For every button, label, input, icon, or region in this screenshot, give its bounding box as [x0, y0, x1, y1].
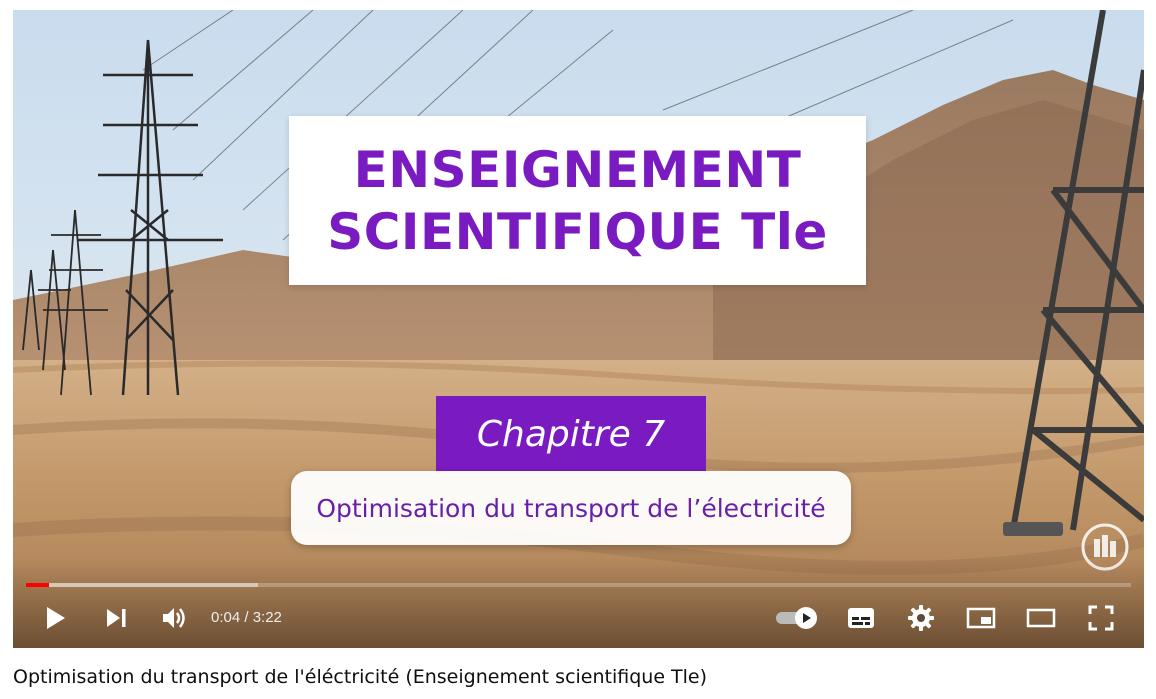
- video-player[interactable]: ENSEIGNEMENT SCIENTIFIQUE Tle Chapitre 7…: [13, 10, 1144, 648]
- volume-button[interactable]: [157, 600, 191, 636]
- progress-buffered: [26, 583, 259, 587]
- autoplay-toggle[interactable]: [773, 600, 821, 636]
- autoplay-toggle-icon: [776, 607, 817, 629]
- video-title: Optimisation du transport de l'éléctrici…: [13, 666, 708, 688]
- chapter-badge: Chapitre 7: [436, 396, 706, 472]
- fullscreen-button[interactable]: [1083, 600, 1119, 636]
- play-button[interactable]: [39, 600, 73, 636]
- volume-icon: [163, 608, 185, 628]
- video-frame-landscape: [13, 10, 1144, 648]
- time-display: 0:04 / 3:22: [211, 609, 282, 626]
- settings-button[interactable]: [903, 600, 939, 636]
- miniplayer-button[interactable]: [963, 600, 999, 636]
- settings-gear-icon: [908, 605, 934, 631]
- theater-mode-button[interactable]: [1023, 600, 1059, 636]
- title-line-2: SCIENTIFIQUE Tle: [327, 202, 828, 261]
- next-icon: [107, 609, 126, 627]
- fullscreen-icon: [1088, 605, 1114, 631]
- theater-mode-icon: [1026, 608, 1056, 628]
- play-icon: [47, 607, 65, 629]
- subtitles-button[interactable]: [843, 600, 879, 636]
- progress-played: [26, 583, 49, 587]
- chapter-subtitle: Optimisation du transport de l’électrici…: [291, 471, 851, 545]
- title-line-1: ENSEIGNEMENT: [353, 140, 802, 199]
- progress-bar[interactable]: [26, 583, 1131, 587]
- subtitles-icon: [848, 608, 874, 628]
- miniplayer-icon: [966, 607, 996, 629]
- title-card: ENSEIGNEMENT SCIENTIFIQUE Tle: [289, 116, 866, 285]
- next-button[interactable]: [99, 600, 133, 636]
